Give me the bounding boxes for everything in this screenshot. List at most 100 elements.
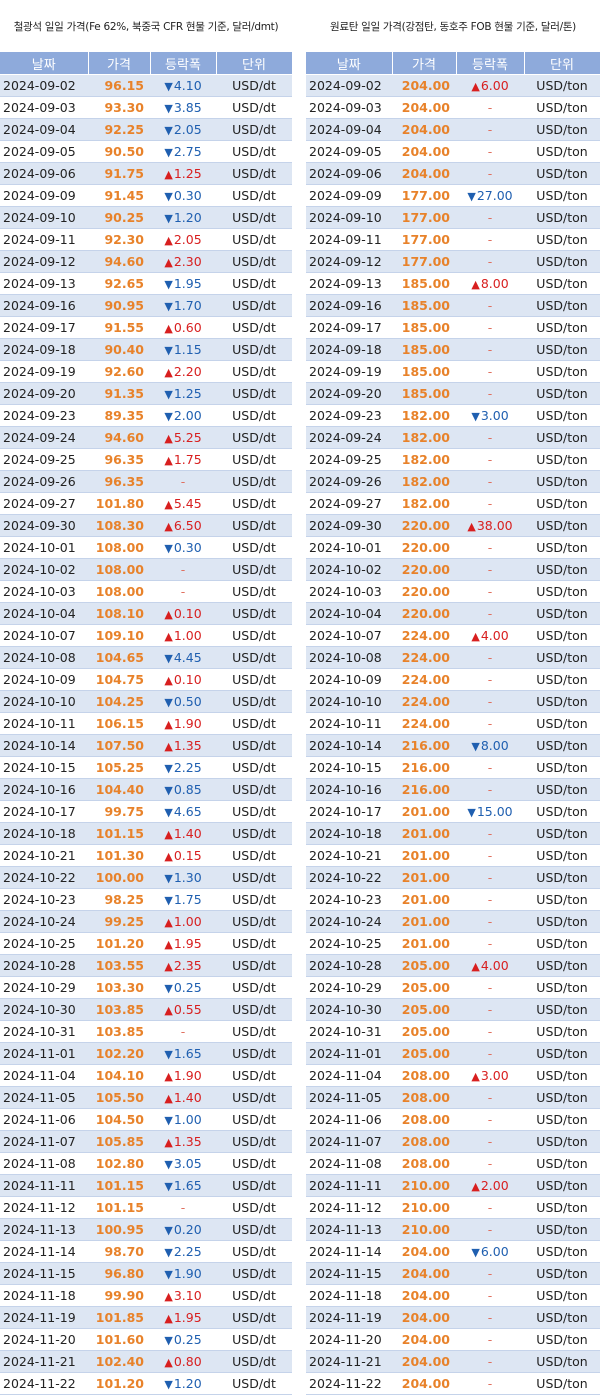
unit-cell: USD/ton [524,1042,600,1065]
table-row: 2024-10-18 101.15 ▲1.40 USD/dt [0,822,292,845]
table-row: 2024-11-20 101.60 ▼0.25 USD/dt [0,1328,292,1351]
change-value: - [487,100,493,115]
change-value: 1.40 [173,826,202,841]
triangle-up-icon: ▲ [164,1312,173,1325]
table-row: 2024-09-02 204.00 ▲6.00 USD/ton [306,74,600,97]
change-cell: ▲0.55 [150,998,216,1021]
date-cell: 2024-10-14 [0,734,88,757]
table-row: 2024-10-01 108.00 ▼0.30 USD/dt [0,536,292,559]
price-cell: 103.55 [88,954,150,977]
price-cell: 205.00 [392,954,456,977]
unit-cell: USD/ton [524,844,600,867]
triangle-down-icon: ▼ [164,190,173,203]
date-cell: 2024-11-01 [0,1042,88,1065]
change-cell: - [456,360,524,383]
change-cell: - [150,580,216,603]
triangle-down-icon: ▼ [164,344,173,357]
date-cell: 2024-11-14 [306,1240,392,1263]
change-value: - [487,166,493,181]
change-value: 8.00 [480,738,509,753]
date-cell: 2024-11-14 [0,1240,88,1263]
price-cell: 99.75 [88,800,150,823]
change-value: - [487,1002,493,1017]
date-cell: 2024-11-20 [0,1328,88,1351]
change-cell: - [456,294,524,317]
change-cell: ▲3.00 [456,1064,524,1087]
change-cell: - [456,1262,524,1285]
unit-cell: USD/dt [216,1240,292,1263]
unit-cell: USD/ton [524,910,600,933]
change-value: 6.00 [480,78,509,93]
unit-cell: USD/ton [524,1064,600,1087]
change-cell: ▼1.20 [150,206,216,229]
unit-cell: USD/ton [524,690,600,713]
table-row: 2024-10-23 98.25 ▼1.75 USD/dt [0,888,292,911]
change-cell: ▲1.35 [150,1130,216,1153]
price-cell: 104.50 [88,1108,150,1131]
unit-cell: USD/ton [524,1328,600,1351]
iron-ore-rows: 2024-09-02 96.15 ▼4.10 USD/dt 2024-09-03 93.3… [0,74,292,1395]
unit-cell: USD/ton [524,448,600,471]
unit-cell: USD/dt [216,580,292,603]
table-row: 2024-09-24 94.60 ▲5.25 USD/dt [0,426,292,449]
unit-cell: USD/dt [216,1328,292,1351]
change-cell: ▼15.00 [456,800,524,823]
unit-cell: USD/dt [216,888,292,911]
date-cell: 2024-09-18 [0,338,88,361]
unit-cell: USD/ton [524,932,600,955]
price-cell: 108.00 [88,536,150,559]
price-cell: 90.40 [88,338,150,361]
change-value: 1.15 [173,342,202,357]
price-cell: 201.00 [392,932,456,955]
price-cell: 91.35 [88,382,150,405]
table-row: 2024-09-12 94.60 ▲2.30 USD/dt [0,250,292,273]
unit-cell: USD/ton [524,118,600,141]
change-value: 27.00 [476,188,513,203]
date-cell: 2024-09-12 [306,250,392,273]
table-row: 2024-09-03 204.00 - USD/ton [306,96,600,119]
price-cell: 208.00 [392,1152,456,1175]
table-row: 2024-10-11 224.00 - USD/ton [306,712,600,735]
change-cell: ▲2.05 [150,228,216,251]
unit-cell: USD/dt [216,778,292,801]
date-cell: 2024-09-06 [0,162,88,185]
unit-cell: USD/dt [216,316,292,339]
change-value: 2.05 [173,122,202,137]
table-row: 2024-09-13 185.00 ▲8.00 USD/ton [306,272,600,295]
change-cell: ▼1.65 [150,1042,216,1065]
price-cell: 185.00 [392,272,456,295]
triangle-down-icon: ▼ [164,762,173,775]
change-value: - [487,1310,493,1325]
table-row: 2024-10-17 201.00 ▼15.00 USD/ton [306,800,600,823]
date-cell: 2024-10-23 [0,888,88,911]
change-value: 4.00 [480,628,509,643]
date-cell: 2024-10-25 [306,932,392,955]
table-row: 2024-11-05 105.50 ▲1.40 USD/dt [0,1086,292,1109]
price-cell: 185.00 [392,316,456,339]
price-cell: 98.70 [88,1240,150,1263]
change-cell: - [456,1328,524,1351]
price-cell: 103.85 [88,1020,150,1043]
change-cell: ▼1.70 [150,294,216,317]
price-cell: 102.20 [88,1042,150,1065]
iron-ore-table: 날짜 가격 등락폭 단위 2024-09-02 96.15 ▼4.10 USD/dt 2… [0,52,293,1395]
unit-cell: USD/ton [524,712,600,735]
table-row: 2024-09-02 96.15 ▼4.10 USD/dt [0,74,292,97]
change-cell: ▼1.30 [150,866,216,889]
change-cell: ▲2.20 [150,360,216,383]
date-cell: 2024-10-11 [306,712,392,735]
triangle-up-icon: ▲ [164,234,173,247]
triangle-down-icon: ▼ [471,1246,480,1259]
price-cell: 182.00 [392,492,456,515]
price-cell: 224.00 [392,668,456,691]
price-cell: 99.90 [88,1284,150,1307]
date-cell: 2024-09-19 [0,360,88,383]
change-cell: - [456,382,524,405]
change-value: 1.90 [173,716,202,731]
date-cell: 2024-09-06 [306,162,392,185]
change-cell: - [456,756,524,779]
date-cell: 2024-11-01 [306,1042,392,1065]
date-cell: 2024-11-15 [0,1262,88,1285]
triangle-up-icon: ▲ [164,256,173,269]
unit-cell: USD/ton [524,1218,600,1241]
